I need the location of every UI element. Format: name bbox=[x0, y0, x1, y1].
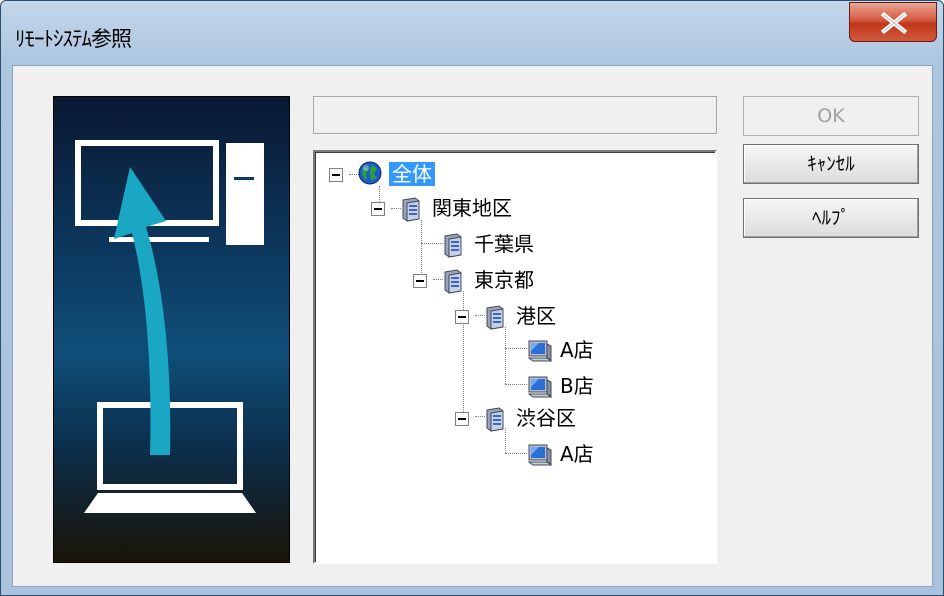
computer-icon bbox=[527, 376, 553, 398]
window-title: ﾘﾓｰﾄｼｽﾃﾑ参照 bbox=[15, 27, 132, 51]
tree-label-kanto[interactable]: 関東地区 bbox=[429, 196, 515, 220]
collapse-icon[interactable] bbox=[455, 412, 469, 426]
path-field bbox=[313, 96, 717, 134]
tree-label-chiba[interactable]: 千葉県 bbox=[471, 232, 537, 256]
server-icon bbox=[402, 197, 420, 222]
dialog-window: ﾘﾓｰﾄｼｽﾃﾑ参照 全体 関東地区 千葉県 東京都 港区 A店 B店 渋谷区 … bbox=[0, 0, 944, 596]
server-icon bbox=[444, 233, 462, 258]
help-button[interactable]: ﾍﾙﾌﾟ bbox=[743, 198, 919, 238]
computer-icon bbox=[527, 444, 553, 466]
tree-label-root[interactable]: 全体 bbox=[389, 162, 435, 186]
cancel-button[interactable]: ｷｬﾝｾﾙ bbox=[743, 144, 919, 184]
ok-button[interactable]: OK bbox=[743, 96, 919, 136]
server-icon bbox=[444, 269, 462, 294]
tree-label-minato-b[interactable]: B店 bbox=[557, 374, 597, 398]
globe-icon bbox=[358, 161, 382, 185]
dialog-client-area: 全体 関東地区 千葉県 東京都 港区 A店 B店 渋谷区 A店 OK ｷｬﾝｾﾙ… bbox=[12, 65, 933, 587]
tree-label-shibuya[interactable]: 渋谷区 bbox=[513, 406, 579, 430]
server-icon bbox=[486, 305, 504, 330]
computer-icon bbox=[527, 340, 553, 362]
tree-view[interactable]: 全体 関東地区 千葉県 東京都 港区 A店 B店 渋谷区 A店 bbox=[313, 150, 717, 564]
remote-system-illustration bbox=[53, 96, 290, 563]
title-bar[interactable]: ﾘﾓｰﾄｼｽﾃﾑ参照 bbox=[1, 1, 943, 65]
tree-label-minato[interactable]: 港区 bbox=[513, 304, 559, 328]
tree-label-shibuya-a[interactable]: A店 bbox=[557, 442, 597, 466]
tree-label-tokyo[interactable]: 東京都 bbox=[471, 268, 537, 292]
close-button[interactable] bbox=[849, 2, 937, 42]
collapse-icon[interactable] bbox=[371, 202, 385, 216]
collapse-icon[interactable] bbox=[329, 168, 343, 182]
tree-label-minato-a[interactable]: A店 bbox=[557, 338, 597, 362]
collapse-icon[interactable] bbox=[455, 310, 469, 324]
close-icon bbox=[880, 12, 908, 34]
collapse-icon[interactable] bbox=[413, 274, 427, 288]
server-icon bbox=[486, 407, 504, 432]
